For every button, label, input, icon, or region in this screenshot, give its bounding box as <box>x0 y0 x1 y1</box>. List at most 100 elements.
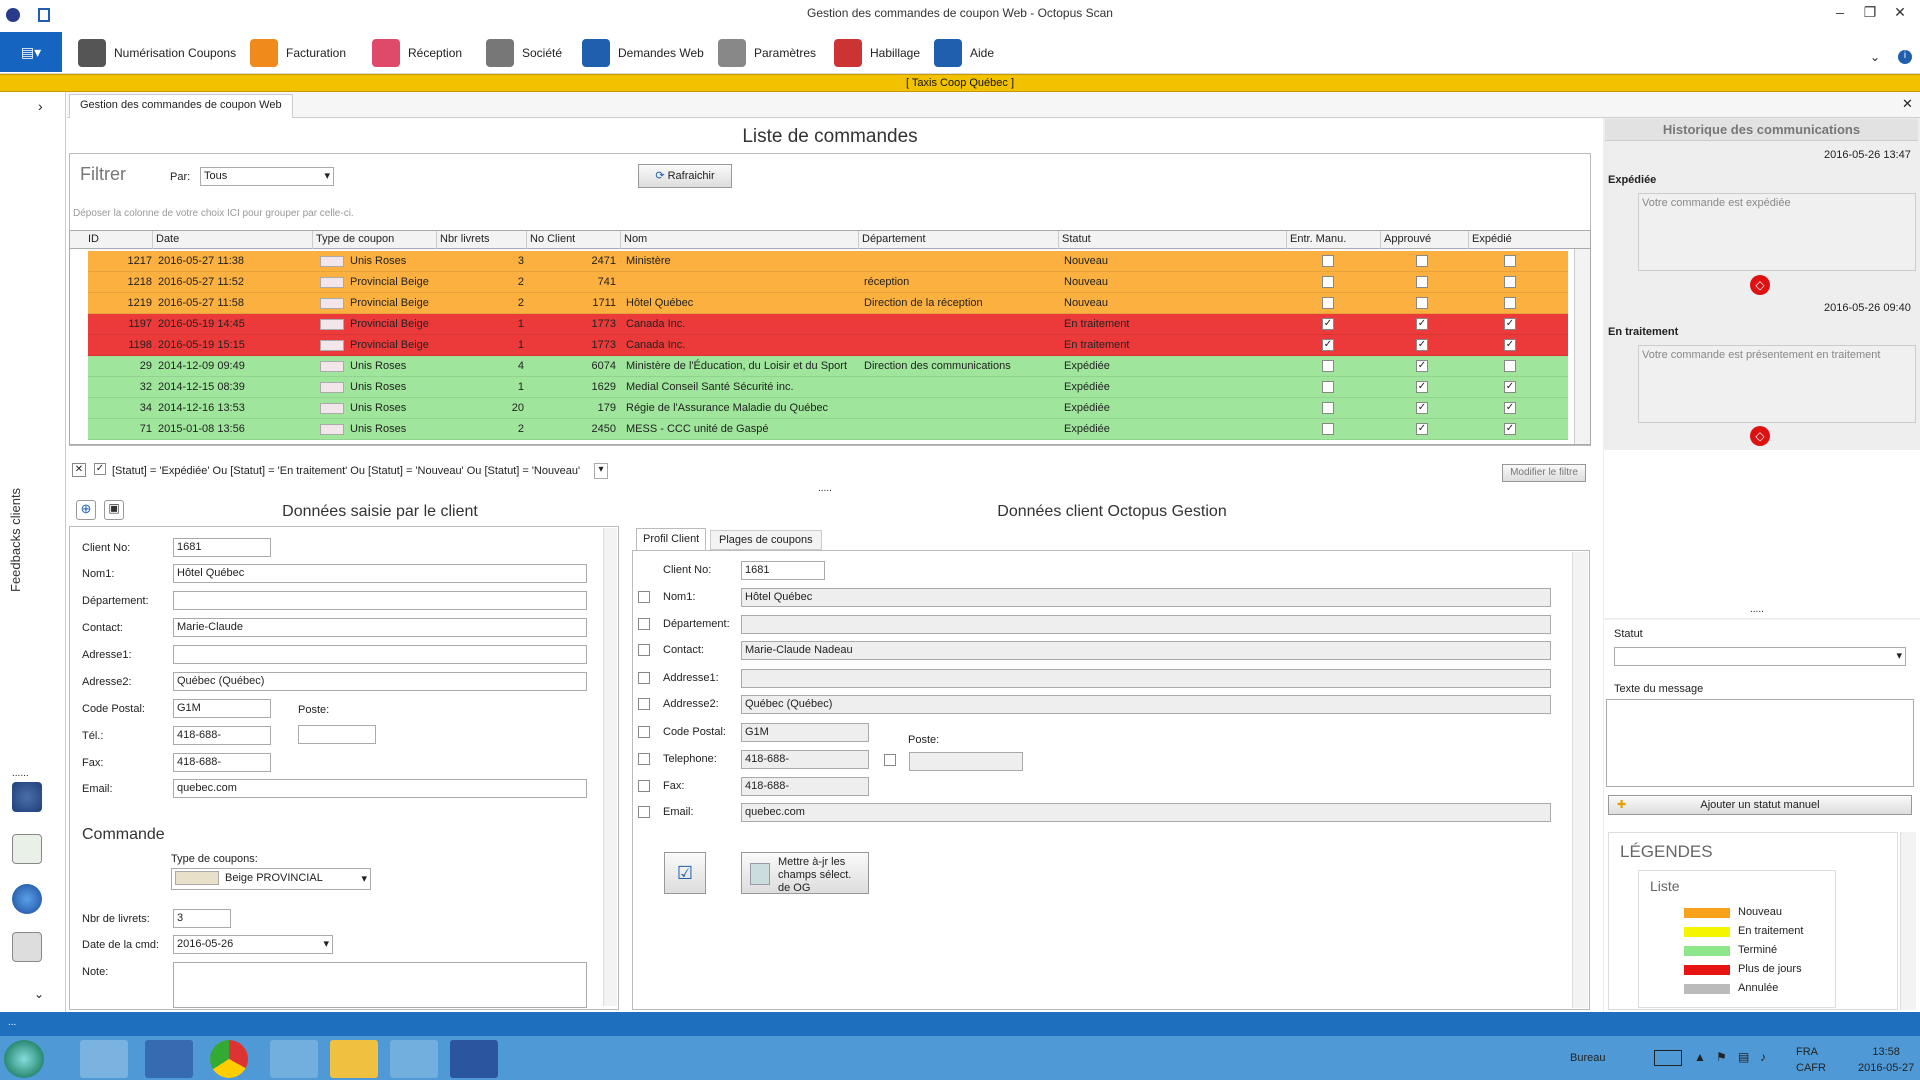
add-manual-status-button[interactable]: ✚ Ajouter un statut manuel <box>1608 795 1912 815</box>
nbr-livrets-input[interactable]: 3 <box>173 909 231 928</box>
scroll-down-icon[interactable]: ⌄ <box>34 987 44 1001</box>
table-row[interactable]: 1217 2016-05-27 11:38 Unis Roses 3 2471 Minis… <box>88 251 1568 272</box>
appr-checkbox[interactable]: ✓ <box>1416 423 1428 435</box>
column-header[interactable]: No Client <box>530 233 575 245</box>
modify-filter-button[interactable]: Modifier le filtre <box>1502 464 1586 482</box>
column-header[interactable]: Nbr livrets <box>440 233 490 245</box>
og-field-checkbox[interactable] <box>638 698 650 710</box>
add-icon[interactable]: ⊕ <box>76 500 96 520</box>
filter-enabled-checkbox[interactable]: ✓ <box>94 463 106 475</box>
exp-checkbox[interactable] <box>1504 297 1516 309</box>
manu-checkbox[interactable] <box>1322 255 1334 267</box>
og-scrollbar[interactable] <box>1572 552 1588 1008</box>
appr-checkbox[interactable]: ✓ <box>1416 402 1428 414</box>
splitter-handle[interactable]: ..... <box>1750 604 1764 615</box>
manu-checkbox[interactable]: ✓ <box>1322 339 1334 351</box>
client-scrollbar[interactable] <box>603 528 617 1006</box>
volume-icon[interactable]: ♪ <box>1760 1050 1766 1064</box>
app-menu-button[interactable]: ▤▾ <box>0 32 62 72</box>
chrome-icon[interactable] <box>210 1040 248 1078</box>
exp-checkbox[interactable]: ✓ <box>1504 381 1516 393</box>
menu-num-risation-coupons[interactable]: Numérisation Coupons <box>78 38 236 68</box>
delete-entry-icon[interactable]: ◇ <box>1750 275 1770 295</box>
appr-checkbox[interactable] <box>1416 276 1428 288</box>
og-field-checkbox[interactable] <box>638 672 650 684</box>
coupon-type-select[interactable]: Beige PROVINCIAL ▾ <box>171 868 371 890</box>
og-field-input[interactable] <box>741 669 1551 688</box>
texte-message-textarea[interactable] <box>1606 699 1914 787</box>
column-header[interactable]: Département <box>862 233 926 245</box>
legend-scrollbar[interactable] <box>1900 832 1916 1010</box>
og-field-input[interactable]: quebec.com <box>741 803 1551 822</box>
manu-checkbox[interactable]: ✓ <box>1322 318 1334 330</box>
taskbar-app-icon[interactable] <box>80 1040 128 1078</box>
checklist-icon[interactable] <box>12 834 42 864</box>
appr-checkbox[interactable]: ✓ <box>1416 318 1428 330</box>
column-header[interactable]: Date <box>156 233 179 245</box>
og-field-input[interactable]: Hôtel Québec <box>741 588 1551 607</box>
exp-checkbox[interactable]: ✓ <box>1504 402 1516 414</box>
report-icon[interactable] <box>12 932 42 962</box>
og-poste-checkbox[interactable] <box>884 754 896 766</box>
client-field-input[interactable] <box>173 591 587 610</box>
exp-checkbox[interactable]: ✓ <box>1504 318 1516 330</box>
tab-plages-coupons[interactable]: Plages de coupons <box>710 530 822 550</box>
flag-icon[interactable]: ⚑ <box>1716 1050 1727 1064</box>
og-field-checkbox[interactable] <box>638 591 650 603</box>
manu-checkbox[interactable] <box>1322 381 1334 393</box>
table-row[interactable]: 34 2014-12-16 13:53 Unis Roses 20 179 Régie d… <box>88 398 1568 419</box>
bureau-toolbar[interactable]: Bureau <box>1570 1052 1605 1064</box>
og-field-input[interactable] <box>741 615 1551 634</box>
binoculars-icon[interactable] <box>12 782 42 812</box>
network-icon[interactable]: ▤ <box>1738 1050 1749 1064</box>
keyboard-icon[interactable] <box>1654 1050 1682 1066</box>
table-row[interactable]: 1218 2016-05-27 11:52 Provincial Beige 2 741… <box>88 272 1568 293</box>
close-button[interactable]: ✕ <box>1886 4 1914 26</box>
folder-icon[interactable] <box>330 1040 378 1078</box>
column-header[interactable]: Entr. Manu. <box>1290 233 1346 245</box>
exp-checkbox[interactable] <box>1504 255 1516 267</box>
appr-checkbox[interactable]: ✓ <box>1416 339 1428 351</box>
ribbon-collapse-icon[interactable]: ⌄ <box>1870 50 1880 64</box>
language-indicator[interactable]: FRA CAFR <box>1796 1044 1826 1076</box>
powershell-icon[interactable] <box>145 1040 193 1078</box>
og-field-input[interactable]: G1M <box>741 723 869 742</box>
client-field-input[interactable]: Hôtel Québec <box>173 564 587 583</box>
menu-r-ception[interactable]: Réception <box>372 38 462 68</box>
og-field-checkbox[interactable] <box>638 618 650 630</box>
update-og-fields-button[interactable]: Mettre à-jr les champs sélect. de OG <box>741 852 869 894</box>
client-field-input[interactable]: quebec.com <box>173 779 587 798</box>
close-tab-icon[interactable]: ✕ <box>1902 96 1913 112</box>
tray-arrow-icon[interactable]: ▲ <box>1694 1050 1706 1064</box>
expand-chevron-icon[interactable]: › <box>38 98 43 114</box>
tools-taskbar-icon[interactable] <box>270 1040 318 1078</box>
og-field-checkbox[interactable] <box>638 726 650 738</box>
appr-checkbox[interactable]: ✓ <box>1416 381 1428 393</box>
client-field-input[interactable]: Québec (Québec) <box>173 672 587 691</box>
table-row[interactable]: 1219 2016-05-27 11:58 Provincial Beige 2 171… <box>88 293 1568 314</box>
og-field-input[interactable]: Marie-Claude Nadeau <box>741 641 1551 660</box>
clear-filter-icon[interactable]: ✕ <box>72 463 86 477</box>
table-row[interactable]: 32 2014-12-15 08:39 Unis Roses 1 1629 Medial … <box>88 377 1568 398</box>
column-header[interactable]: Statut <box>1062 233 1091 245</box>
og-field-input[interactable]: Québec (Québec) <box>741 695 1551 714</box>
manu-checkbox[interactable] <box>1322 402 1334 414</box>
tab-gestion-commandes[interactable]: Gestion des commandes de coupon Web <box>69 94 293 118</box>
client-field-input[interactable]: 418-688- <box>173 753 271 772</box>
client-field-input[interactable]: Marie-Claude <box>173 618 587 637</box>
clock[interactable]: 13:58 2016-05-27 <box>1858 1044 1914 1076</box>
menu-habillage[interactable]: Habillage <box>834 38 920 68</box>
menu-aide[interactable]: Aide <box>934 38 994 68</box>
column-header[interactable]: Nom <box>624 233 647 245</box>
feedbacks-vertical-label[interactable]: Feedbacks clients <box>8 488 23 592</box>
scanner-taskbar-icon[interactable] <box>390 1040 438 1078</box>
column-header[interactable]: Approuvé <box>1384 233 1431 245</box>
globe-icon[interactable] <box>12 884 42 914</box>
exp-checkbox[interactable] <box>1504 276 1516 288</box>
filter-dropdown-icon[interactable]: ▾ <box>594 463 608 479</box>
manu-checkbox[interactable] <box>1322 423 1334 435</box>
menu-param-tres[interactable]: Paramètres <box>718 38 816 68</box>
table-row[interactable]: 29 2014-12-09 09:49 Unis Roses 4 6074 Ministè… <box>88 356 1568 377</box>
appr-checkbox[interactable] <box>1416 297 1428 309</box>
og-field-input[interactable]: 1681 <box>741 561 825 580</box>
